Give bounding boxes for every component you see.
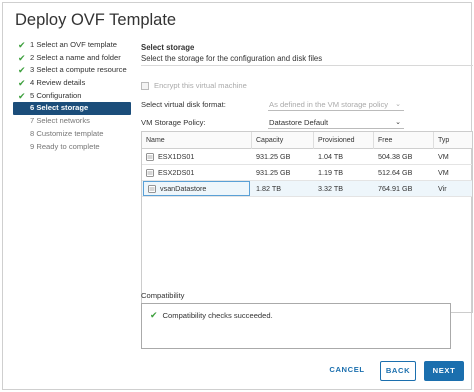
datastore-name-cell: vsanDatastore <box>143 181 250 196</box>
dialog-title: Deploy OVF Template <box>15 11 177 29</box>
check-icon: ✔ <box>18 52 26 63</box>
wizard-dialog: Deploy OVF Template ✔ 1 Select an OVF te… <box>2 2 473 390</box>
step-configuration[interactable]: ✔ 5 Configuration <box>13 90 133 103</box>
column-header-capacity[interactable]: Capacity <box>252 132 314 149</box>
table-row[interactable]: ESX1DS01 931.25 GB 1.04 TB 504.38 GB VM <box>142 149 472 165</box>
disk-format-value: As defined in the VM storage policy <box>269 100 389 109</box>
step-customize-template: 8 Customize template <box>13 128 133 141</box>
provisioned-cell: 1.04 TB <box>318 152 344 161</box>
step-select-networks: 7 Select networks <box>13 115 133 128</box>
encrypt-label: Encrypt this virtual machine <box>154 81 247 90</box>
chevron-down-icon: ⌄ <box>395 119 401 126</box>
step-label: 6 Select storage <box>30 103 89 113</box>
storage-policy-label: VM Storage Policy: <box>141 118 206 127</box>
check-icon: ✔ <box>18 90 26 101</box>
step-label: 3 Select a compute resource <box>30 65 127 75</box>
storage-policy-select[interactable]: Datastore Default ⌄ <box>268 117 404 129</box>
step-select-compute-resource[interactable]: ✔ 3 Select a compute resource <box>13 64 133 77</box>
column-header-provisioned[interactable]: Provisioned <box>314 132 374 149</box>
datastore-name: ESX2DS01 <box>158 168 195 177</box>
type-cell: Vir <box>438 184 447 193</box>
datastore-name-cell: ESX1DS01 <box>142 149 252 165</box>
step-label: 1 Select an OVF template <box>30 40 117 49</box>
disk-format-label: Select virtual disk format: <box>141 100 226 109</box>
divider <box>141 65 473 66</box>
step-label: 5 Configuration <box>30 90 82 100</box>
free-cell: 512.64 GB <box>378 168 413 177</box>
datastore-table: Name Capacity Provisioned Free Typ ESX1D… <box>141 131 473 313</box>
step-label: 2 Select a name and folder <box>30 52 121 62</box>
table-row[interactable]: vsanDatastore 1.82 TB 3.32 TB 764.91 GB … <box>142 181 472 197</box>
check-icon: ✔ <box>150 310 158 320</box>
compatibility-box: ✔ Compatibility checks succeeded. <box>141 303 451 349</box>
datastore-icon <box>146 169 154 177</box>
step-review-details[interactable]: ✔ 4 Review details <box>13 77 133 90</box>
datastore-name: vsanDatastore <box>160 183 207 193</box>
compatibility-label: Compatibility <box>141 291 185 300</box>
chevron-down-icon: ⌄ <box>395 101 401 108</box>
encrypt-checkbox[interactable] <box>141 81 149 90</box>
provisioned-cell: 3.32 TB <box>318 184 344 193</box>
table-header: Name Capacity Provisioned Free Typ <box>142 132 472 149</box>
cancel-button[interactable]: CANCEL <box>325 361 369 381</box>
capacity-cell: 1.82 TB <box>256 184 282 193</box>
storage-policy-value: Datastore Default <box>269 118 329 127</box>
check-icon: ✔ <box>18 40 26 50</box>
step-label: 9 Ready to complete <box>30 141 100 151</box>
capacity-cell: 931.25 GB <box>256 168 291 177</box>
check-icon: ✔ <box>18 78 26 89</box>
column-header-type[interactable]: Typ <box>434 132 472 149</box>
next-button[interactable]: NEXT <box>424 361 464 381</box>
column-header-name[interactable]: Name <box>142 132 252 149</box>
step-select-storage[interactable]: 6 Select storage <box>13 102 131 116</box>
datastore-icon <box>146 153 154 161</box>
step-label: 8 Customize template <box>30 128 104 138</box>
provisioned-cell: 1.19 TB <box>318 168 344 177</box>
check-icon: ✔ <box>18 65 26 76</box>
step-select-ovf-template[interactable]: ✔ 1 Select an OVF template <box>13 39 133 52</box>
type-cell: VM <box>438 168 449 177</box>
back-button[interactable]: BACK <box>380 361 416 381</box>
column-header-free[interactable]: Free <box>374 132 434 149</box>
section-title: Select storage <box>141 43 195 52</box>
wizard-steps: ✔ 1 Select an OVF template ✔ 2 Select a … <box>13 39 133 153</box>
step-label: 7 Select networks <box>30 116 90 126</box>
capacity-cell: 931.25 GB <box>256 152 291 161</box>
datastore-icon <box>148 184 156 193</box>
compatibility-message: ✔ Compatibility checks succeeded. <box>150 310 273 321</box>
type-cell: VM <box>438 152 449 161</box>
table-row[interactable]: ESX2DS01 931.25 GB 1.19 TB 512.64 GB VM <box>142 165 472 181</box>
encrypt-vm-option: Encrypt this virtual machine <box>141 81 247 90</box>
free-cell: 504.38 GB <box>378 152 413 161</box>
section-description: Select the storage for the configuration… <box>141 54 323 63</box>
step-label: 4 Review details <box>30 78 86 88</box>
datastore-name-cell: ESX2DS01 <box>142 165 252 181</box>
datastore-name: ESX1DS01 <box>158 152 195 161</box>
step-select-name-folder[interactable]: ✔ 2 Select a name and folder <box>13 52 133 65</box>
step-ready-to-complete: 9 Ready to complete <box>13 141 133 154</box>
free-cell: 764.91 GB <box>378 184 413 193</box>
disk-format-select[interactable]: As defined in the VM storage policy ⌄ <box>268 99 404 111</box>
compatibility-text: Compatibility checks succeeded. <box>162 311 273 320</box>
